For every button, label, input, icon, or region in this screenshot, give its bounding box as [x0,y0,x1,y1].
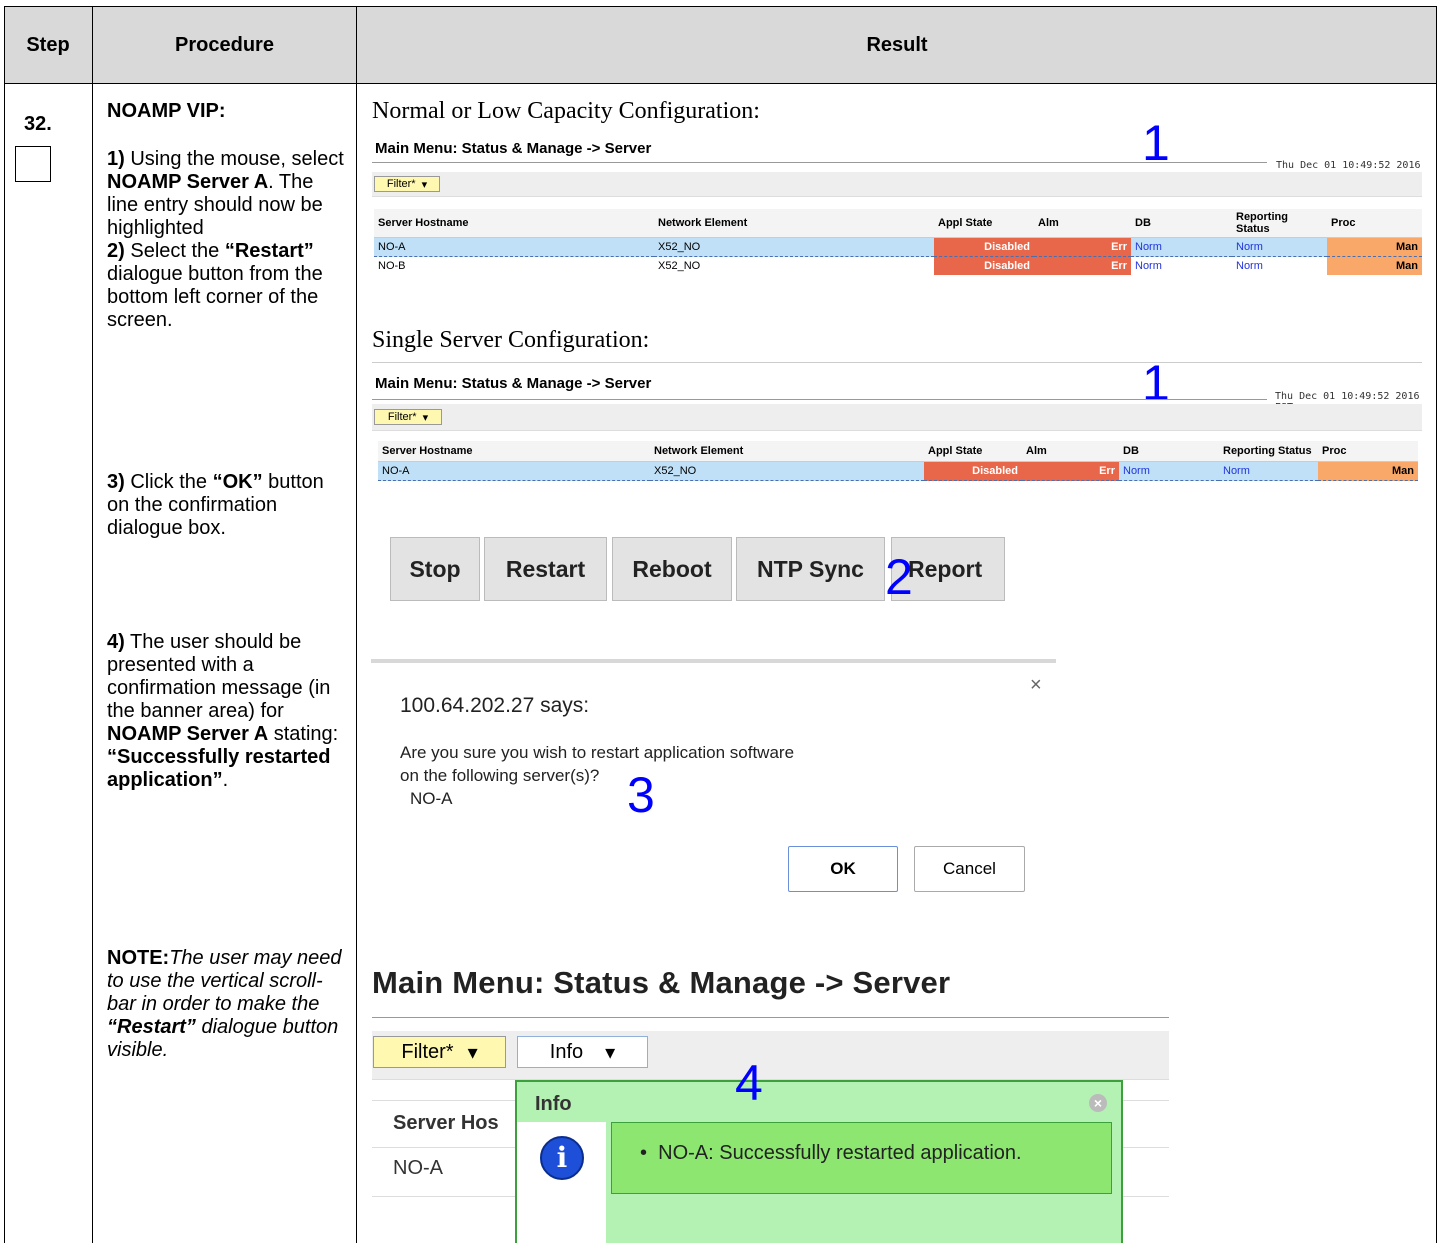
column-divider [92,6,93,1243]
normal-server-table: Server Hostname Network Element Appl Sta… [374,209,1422,275]
filter-bar [372,404,1422,431]
cell-reporting: Norm [1219,461,1318,481]
normal-timestamp: Thu Dec 01 10:49:52 2016 [1276,160,1421,171]
divider [372,362,1422,363]
cell-alm: Err [1034,237,1131,257]
reboot-button[interactable]: Reboot [612,537,732,601]
col-network-element: Network Element [650,441,924,462]
header-procedure: Procedure [175,33,274,56]
filter-button[interactable]: Filter* ▾ [374,176,440,192]
cell-hostname: NO-A [378,461,650,481]
title-rule [372,399,1267,400]
col-db: DB [1131,209,1232,238]
col-network-element: Network Element [654,209,934,238]
step-checkbox[interactable] [15,146,51,182]
title-rule [372,162,1267,163]
cell-alm: Err [1034,256,1131,275]
cell-proc: Man [1327,256,1422,275]
cell-reporting: Norm [1232,237,1327,257]
cell-alm: Err [1022,461,1119,481]
cell-network-element: X52_NO [658,260,701,272]
cell-reporting: Norm [1236,260,1263,272]
row-hostname: NO-A [393,1157,443,1179]
table-header-row: Server Hostname Network Element Appl Sta… [374,209,1422,238]
col-appl-state: Appl State [924,441,1022,462]
procedure-step-2: 2) Select the “Restart” dialogue button … [107,240,323,331]
cell-network-element: X52_NO [654,237,934,257]
cell-appl-state: Disabled [934,237,1034,257]
single-menu-title: Main Menu: Status & Manage -> Server [375,375,652,392]
stop-button[interactable]: Stop [390,537,480,601]
normal-menu-title: Main Menu: Status & Manage -> Server [375,140,652,157]
cell-proc: Man [1327,237,1422,257]
cell-appl-state: Disabled [924,461,1022,481]
result-page-title: Main Menu: Status & Manage -> Server [372,965,951,1000]
procedure-title: NOAMP VIP: [107,100,226,122]
cell-network-element: X52_NO [650,461,924,481]
close-icon[interactable]: × [1089,1094,1107,1112]
dialog-host: 100.64.202.27 says: [400,694,590,717]
dialog-line-2: on the following server(s)? [400,766,600,785]
col-reporting-status: Reporting Status [1232,209,1327,238]
success-message: • NO-A: Successfully restarted applicati… [640,1142,1022,1164]
cell-hostname: NO-B [378,260,406,272]
table-row[interactable]: NO-A X52_NO Disabled Err Norm Norm Man [374,237,1422,257]
cell-proc: Man [1318,461,1418,481]
col-hostname: Server Hostname [374,209,654,238]
info-icon: i [540,1136,584,1180]
ok-button[interactable]: OK [788,846,898,892]
col-db: DB [1119,441,1219,462]
chevron-down-icon: ▾ [605,1041,616,1064]
filter-bar [372,172,1422,197]
column-divider [356,6,357,1243]
marker-1b: 1 [1142,355,1170,411]
single-config-caption: Single Server Configuration: [372,327,650,353]
procedure-note: NOTE:The user may need to use the vertic… [107,947,342,1061]
bullet-icon: • [640,1142,659,1164]
col-server-hostname: Server Hos [393,1112,499,1134]
cell-db: Norm [1131,237,1232,257]
single-server-table: Server Hostname Network Element Appl Sta… [378,441,1418,481]
cell-hostname: NO-A [374,237,654,257]
restart-button[interactable]: Restart [484,537,607,601]
procedure-step-3: 3) Click the “OK” button on the confirma… [107,471,324,539]
step-number: 32. [24,113,52,135]
chevron-down-icon: ▾ [422,411,429,424]
cancel-button[interactable]: Cancel [914,846,1025,892]
procedure-step-1: 1) Using the mouse, select NOAMP Server … [107,148,344,239]
filter-button[interactable]: Filter* ▾ [373,1036,506,1068]
close-icon[interactable]: × [1030,674,1042,697]
marker-4: 4 [735,1055,763,1111]
dialog-server: NO-A [410,789,453,808]
ntp-sync-button[interactable]: NTP Sync [736,537,885,601]
procedure-step-4: 4) The user should be presented with a c… [107,631,339,791]
marker-3: 3 [627,767,655,823]
header-result: Result [866,33,928,56]
col-alm: Alm [1034,209,1131,238]
col-reporting-status: Reporting Status [1219,441,1318,462]
col-appl-state: Appl State [934,209,1034,238]
col-hostname: Server Hostname [378,441,650,462]
cell-db: Norm [1135,260,1162,272]
cell-db: Norm [1119,461,1219,481]
chevron-down-icon: ▾ [421,178,428,191]
chevron-down-icon: ▾ [467,1041,478,1064]
info-panel-title: Info [535,1093,572,1115]
table-row[interactable]: NO-B X52_NO Disabled Err Norm Norm Man [374,256,1422,275]
marker-2: 2 [885,549,913,605]
dialog-line-1: Are you sure you wish to restart applica… [400,743,795,762]
marker-1: 1 [1142,115,1170,171]
title-rule [372,1017,1169,1018]
col-proc: Proc [1318,441,1418,462]
col-alm: Alm [1022,441,1119,462]
col-proc: Proc [1327,209,1422,238]
table-row[interactable]: NO-A X52_NO Disabled Err Norm Norm Man [378,461,1418,481]
cell-appl-state: Disabled [934,256,1034,275]
header-step: Step [26,33,70,56]
normal-config-caption: Normal or Low Capacity Configuration: [372,98,760,124]
filter-button[interactable]: Filter* ▾ [374,409,442,425]
table-header-row: Server Hostname Network Element Appl Sta… [378,441,1418,462]
info-button[interactable]: Info ▾ [517,1036,648,1068]
